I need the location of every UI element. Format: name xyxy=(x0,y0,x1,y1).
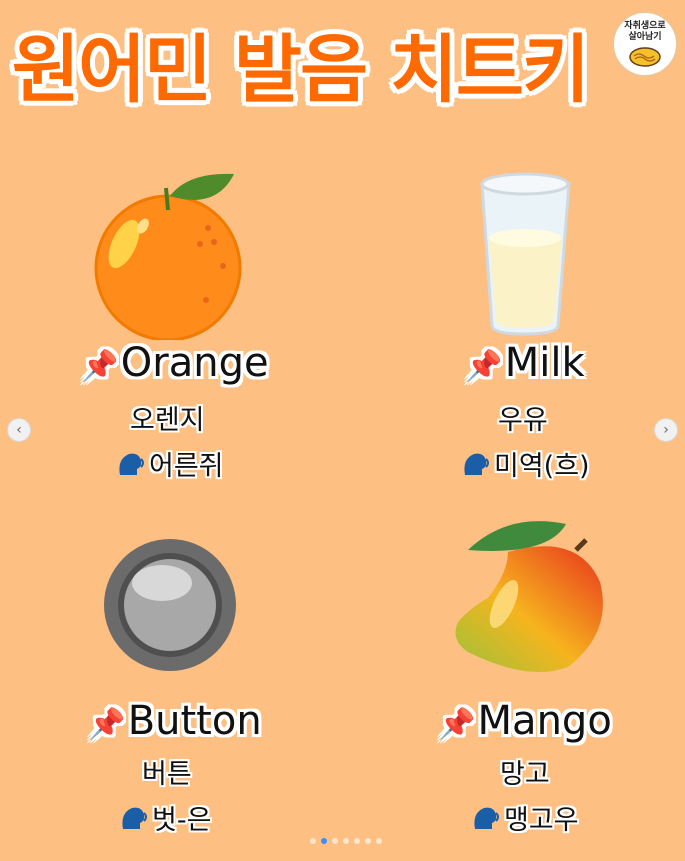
carousel-dots xyxy=(310,838,382,844)
pronunciation-line: 맹고우 xyxy=(470,798,579,837)
english-word: Orange xyxy=(120,340,269,386)
pronunciation-text: 맹고우 xyxy=(504,805,579,836)
carousel-prev-button[interactable]: ‹ xyxy=(7,418,31,442)
carousel-dot[interactable] xyxy=(332,838,338,844)
english-word: Button xyxy=(127,698,262,744)
pushpin-icon: 📌 xyxy=(465,349,503,384)
word-heading: 📌Orange xyxy=(60,340,290,386)
carousel-dot[interactable] xyxy=(365,838,371,844)
pronunciation-line: 벗-은 xyxy=(118,798,211,837)
pronunciation-line: 미역(흐) xyxy=(460,444,590,483)
carousel-dot[interactable] xyxy=(343,838,349,844)
word-card-milk: 📌Milk xyxy=(465,340,585,386)
pronunciation-line: 어른쥐 xyxy=(115,444,224,483)
pronunciation-text: 미역(흐) xyxy=(494,451,590,482)
korean-meaning: 오렌지 xyxy=(130,405,205,436)
speaking-head-icon xyxy=(119,453,144,475)
speaking-head-icon xyxy=(474,807,499,829)
pushpin-icon: 📌 xyxy=(438,707,476,742)
mango-illustration xyxy=(455,521,603,672)
speaking-head-icon xyxy=(464,453,489,475)
orange-illustration xyxy=(94,173,242,340)
logo-text-line2: 살아남기 xyxy=(628,32,662,42)
carousel-dot[interactable] xyxy=(376,838,382,844)
milk-glass-illustration xyxy=(480,172,571,336)
word-heading: 📌Milk xyxy=(465,340,585,386)
brand-logo: 자취생으로 살아남기 xyxy=(613,12,677,76)
noodle-bowl-icon xyxy=(629,47,661,67)
page-title: 원어민 발음 치트키 xyxy=(11,27,590,113)
pronunciation-text: 어른쥐 xyxy=(149,451,224,482)
carousel-dot[interactable] xyxy=(354,838,360,844)
chevron-right-icon: › xyxy=(663,422,669,438)
pronunciation-text: 벗-은 xyxy=(152,805,212,836)
english-word: Milk xyxy=(504,340,585,386)
word-card-mango: 📌Mango xyxy=(435,698,615,744)
english-word: Mango xyxy=(477,698,612,744)
word-card-button: 📌Button xyxy=(70,698,280,744)
logo-text-line1: 자취생으로 xyxy=(624,21,666,31)
chevron-left-icon: ‹ xyxy=(16,422,22,438)
korean-meaning: 우유 xyxy=(498,405,548,436)
carousel-dot[interactable] xyxy=(310,838,316,844)
pushpin-icon: 📌 xyxy=(81,349,119,384)
korean-meaning: 버튼 xyxy=(142,759,192,790)
word-card-orange: 📌Orange xyxy=(60,340,290,386)
pushpin-icon: 📌 xyxy=(88,707,126,742)
button-illustration xyxy=(104,539,236,671)
word-heading: 📌Button xyxy=(70,698,280,744)
word-heading: 📌Mango xyxy=(435,698,615,744)
korean-meaning: 망고 xyxy=(500,759,550,790)
speaking-head-icon xyxy=(122,807,147,829)
carousel-next-button[interactable]: › xyxy=(654,418,678,442)
carousel-dot[interactable] xyxy=(321,838,327,844)
